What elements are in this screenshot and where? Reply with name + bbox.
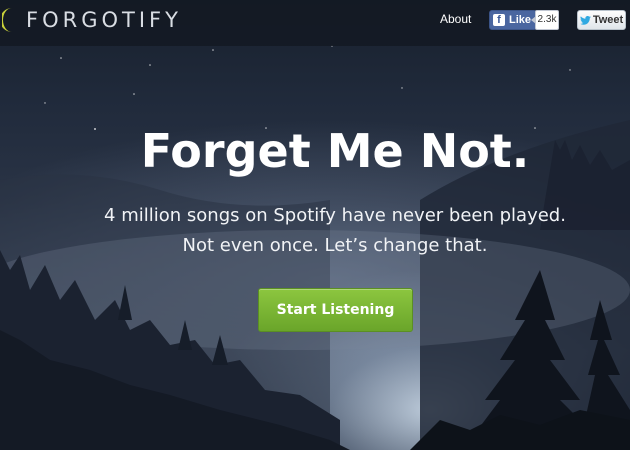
hero-subtitle-line-1: 4 million songs on Spotify have never be… [104, 205, 566, 226]
about-link[interactable]: About [440, 12, 471, 26]
logo-link[interactable]: FORGOTIFY [2, 6, 182, 34]
facebook-icon: f [493, 14, 505, 26]
top-navbar: FORGOTIFY About f Like 2.3k Tweet [0, 0, 630, 46]
facebook-like-count: 2.3k [535, 10, 559, 30]
tweet-label: Tweet [592, 14, 624, 26]
hero-headline: Forget Me Not. [140, 124, 530, 178]
facebook-like-button[interactable]: f Like [489, 10, 538, 30]
facebook-like-label: Like [509, 14, 532, 26]
start-listening-button[interactable]: Start Listening [258, 288, 413, 332]
crescent-moon-icon [2, 8, 12, 32]
tweet-button[interactable]: Tweet [577, 10, 626, 30]
twitter-bird-icon [579, 15, 591, 25]
brand-name: FORGOTIFY [26, 8, 182, 32]
hero-subtitle-line-2: Not even once. Let’s change that. [182, 235, 488, 256]
